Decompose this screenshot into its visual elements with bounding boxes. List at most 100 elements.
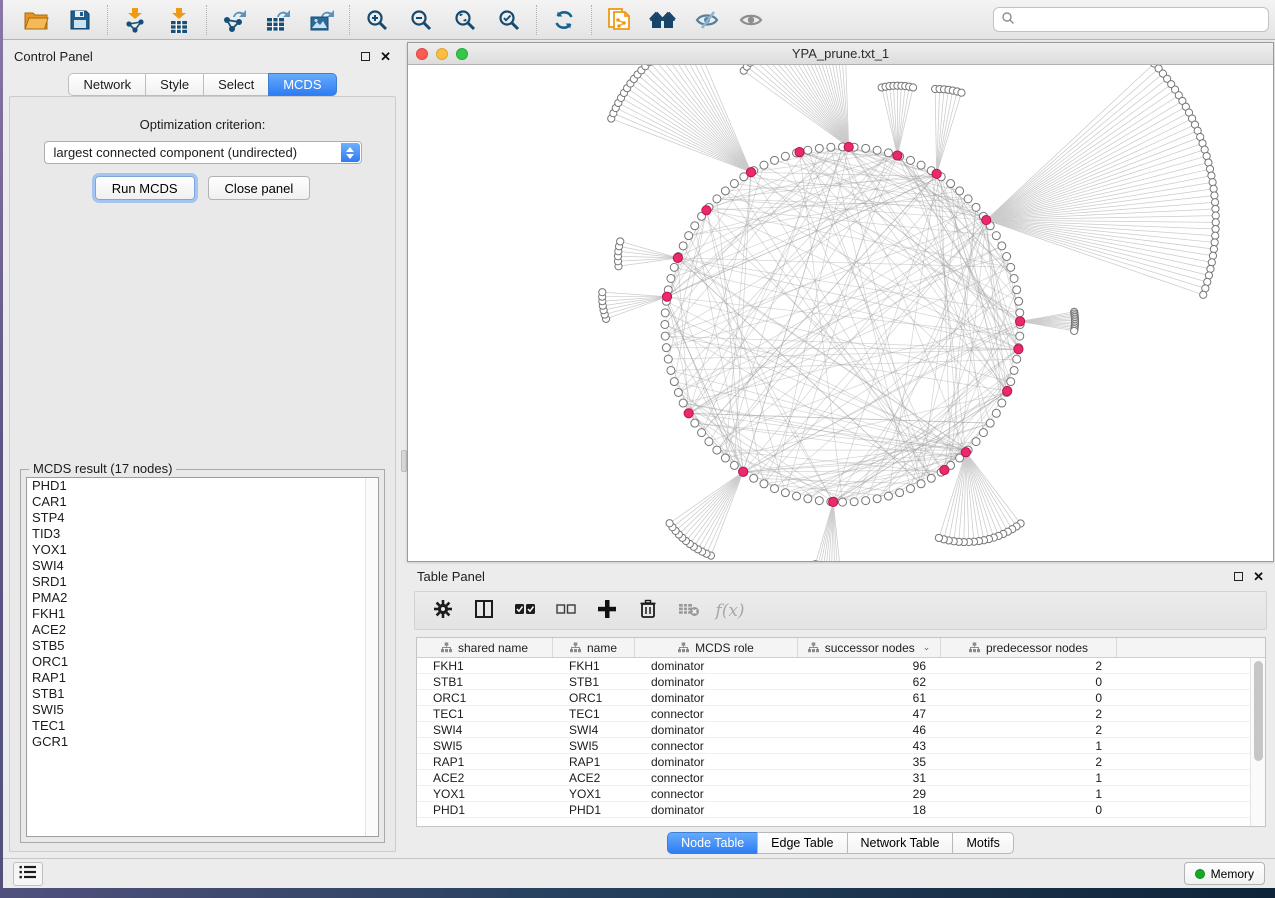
cell-predecessor-nodes[interactable]: 1 — [941, 771, 1117, 785]
cell-shared-name[interactable]: RAP1 — [417, 755, 553, 769]
cell-name[interactable]: RAP1 — [553, 755, 635, 769]
mcds-result-item[interactable]: FKH1 — [27, 606, 378, 622]
add-column-button[interactable] — [595, 599, 619, 623]
network-canvas[interactable] — [408, 65, 1273, 561]
cell-name[interactable]: PHD1 — [553, 803, 635, 817]
memory-button[interactable]: Memory — [1184, 862, 1265, 885]
cell-predecessor-nodes[interactable]: 0 — [941, 675, 1117, 689]
open-file-button[interactable] — [17, 4, 55, 36]
run-mcds-button[interactable]: Run MCDS — [95, 176, 195, 200]
mcds-result-item[interactable]: RAP1 — [27, 670, 378, 686]
zoom-out-button[interactable] — [402, 4, 440, 36]
cell-shared-name[interactable]: TEC1 — [417, 707, 553, 721]
mcds-result-item[interactable]: PHD1 — [27, 478, 378, 494]
search-input[interactable] — [1020, 13, 1261, 27]
import-table-button[interactable] — [160, 4, 198, 36]
cell-shared-name[interactable]: FKH1 — [417, 659, 553, 673]
column-header-mcds-role[interactable]: MCDS role — [635, 638, 798, 657]
search-box[interactable] — [993, 7, 1269, 32]
close-panel-icon[interactable]: ✕ — [380, 50, 391, 63]
show-all-button[interactable] — [732, 4, 770, 36]
zoom-fit-button[interactable] — [446, 4, 484, 36]
table-row[interactable]: TEC1TEC1connector472 — [417, 706, 1250, 722]
function-builder-button[interactable]: f(x) — [718, 599, 742, 623]
cell-shared-name[interactable]: PHD1 — [417, 803, 553, 817]
tab-network[interactable]: Network — [68, 73, 145, 96]
mcds-result-item[interactable]: STB1 — [27, 686, 378, 702]
cell-shared-name[interactable]: SWI5 — [417, 739, 553, 753]
first-neighbors-button[interactable] — [644, 4, 682, 36]
cell-mcds-role[interactable]: dominator — [635, 691, 798, 705]
cell-predecessor-nodes[interactable]: 2 — [941, 723, 1117, 737]
cell-predecessor-nodes[interactable]: 2 — [941, 707, 1117, 721]
cell-name[interactable]: FKH1 — [553, 659, 635, 673]
cell-mcds-role[interactable]: connector — [635, 787, 798, 801]
result-list-scrollbar[interactable] — [365, 478, 378, 836]
zoom-selected-button[interactable] — [490, 4, 528, 36]
cell-name[interactable]: ORC1 — [553, 691, 635, 705]
criterion-dropdown[interactable]: largest connected component (undirected) — [44, 141, 362, 164]
cell-name[interactable]: SWI4 — [553, 723, 635, 737]
cell-name[interactable]: SWI5 — [553, 739, 635, 753]
cell-successor-nodes[interactable]: 35 — [798, 755, 941, 769]
table-row[interactable]: YOX1YOX1connector291 — [417, 786, 1250, 802]
tab-motifs[interactable]: Motifs — [952, 832, 1013, 854]
export-table-button[interactable] — [259, 4, 297, 36]
task-history-button[interactable] — [13, 862, 43, 886]
cell-successor-nodes[interactable]: 31 — [798, 771, 941, 785]
cell-name[interactable]: TEC1 — [553, 707, 635, 721]
refresh-button[interactable] — [545, 4, 583, 36]
cell-mcds-role[interactable]: dominator — [635, 755, 798, 769]
table-scrollbar-thumb[interactable] — [1254, 661, 1263, 761]
cell-successor-nodes[interactable]: 29 — [798, 787, 941, 801]
column-header-predecessor-nodes[interactable]: predecessor nodes — [941, 638, 1117, 657]
mcds-result-item[interactable]: STP4 — [27, 510, 378, 526]
table-row[interactable]: SWI5SWI5connector431 — [417, 738, 1250, 754]
cell-mcds-role[interactable]: connector — [635, 771, 798, 785]
float-panel-icon[interactable] — [361, 52, 370, 61]
import-network-button[interactable] — [116, 4, 154, 36]
show-columns-button[interactable] — [472, 599, 496, 623]
cell-mcds-role[interactable]: dominator — [635, 803, 798, 817]
cell-predecessor-nodes[interactable]: 2 — [941, 659, 1117, 673]
mcds-result-item[interactable]: GCR1 — [27, 734, 378, 750]
delete-table-button[interactable] — [677, 599, 701, 623]
tab-select[interactable]: Select — [203, 73, 268, 96]
cell-successor-nodes[interactable]: 62 — [798, 675, 941, 689]
select-all-rows-button[interactable] — [513, 599, 537, 623]
tab-network-table[interactable]: Network Table — [847, 832, 953, 854]
table-row[interactable]: SWI4SWI4dominator462 — [417, 722, 1250, 738]
cell-name[interactable]: ACE2 — [553, 771, 635, 785]
cell-successor-nodes[interactable]: 46 — [798, 723, 941, 737]
mcds-result-item[interactable]: STB5 — [27, 638, 378, 654]
deselect-all-rows-button[interactable] — [554, 599, 578, 623]
cell-name[interactable]: YOX1 — [553, 787, 635, 801]
cell-shared-name[interactable]: YOX1 — [417, 787, 553, 801]
mcds-result-item[interactable]: TEC1 — [27, 718, 378, 734]
tab-style[interactable]: Style — [145, 73, 203, 96]
column-header-successor-nodes[interactable]: successor nodes⌄ — [798, 638, 941, 657]
table-options-gear-button[interactable] — [431, 599, 455, 623]
cell-mcds-role[interactable]: dominator — [635, 723, 798, 737]
zoom-in-button[interactable] — [358, 4, 396, 36]
tab-node-table[interactable]: Node Table — [667, 832, 757, 854]
mcds-result-item[interactable]: PMA2 — [27, 590, 378, 606]
mcds-result-item[interactable]: TID3 — [27, 526, 378, 542]
mcds-result-item[interactable]: SRD1 — [27, 574, 378, 590]
column-header-name[interactable]: name — [553, 638, 635, 657]
cell-mcds-role[interactable]: dominator — [635, 659, 798, 673]
cell-predecessor-nodes[interactable]: 0 — [941, 691, 1117, 705]
cell-successor-nodes[interactable]: 47 — [798, 707, 941, 721]
cell-predecessor-nodes[interactable]: 1 — [941, 739, 1117, 753]
cell-mcds-role[interactable]: connector — [635, 707, 798, 721]
mcds-result-item[interactable]: ORC1 — [27, 654, 378, 670]
save-session-button[interactable] — [61, 4, 99, 36]
table-scrollbar[interactable] — [1250, 658, 1265, 826]
mcds-result-item[interactable]: ACE2 — [27, 622, 378, 638]
table-row[interactable]: PHD1PHD1dominator180 — [417, 802, 1250, 818]
cell-predecessor-nodes[interactable]: 1 — [941, 787, 1117, 801]
cell-successor-nodes[interactable]: 18 — [798, 803, 941, 817]
cell-predecessor-nodes[interactable]: 2 — [941, 755, 1117, 769]
mcds-result-item[interactable]: SWI4 — [27, 558, 378, 574]
delete-column-button[interactable] — [636, 599, 660, 623]
